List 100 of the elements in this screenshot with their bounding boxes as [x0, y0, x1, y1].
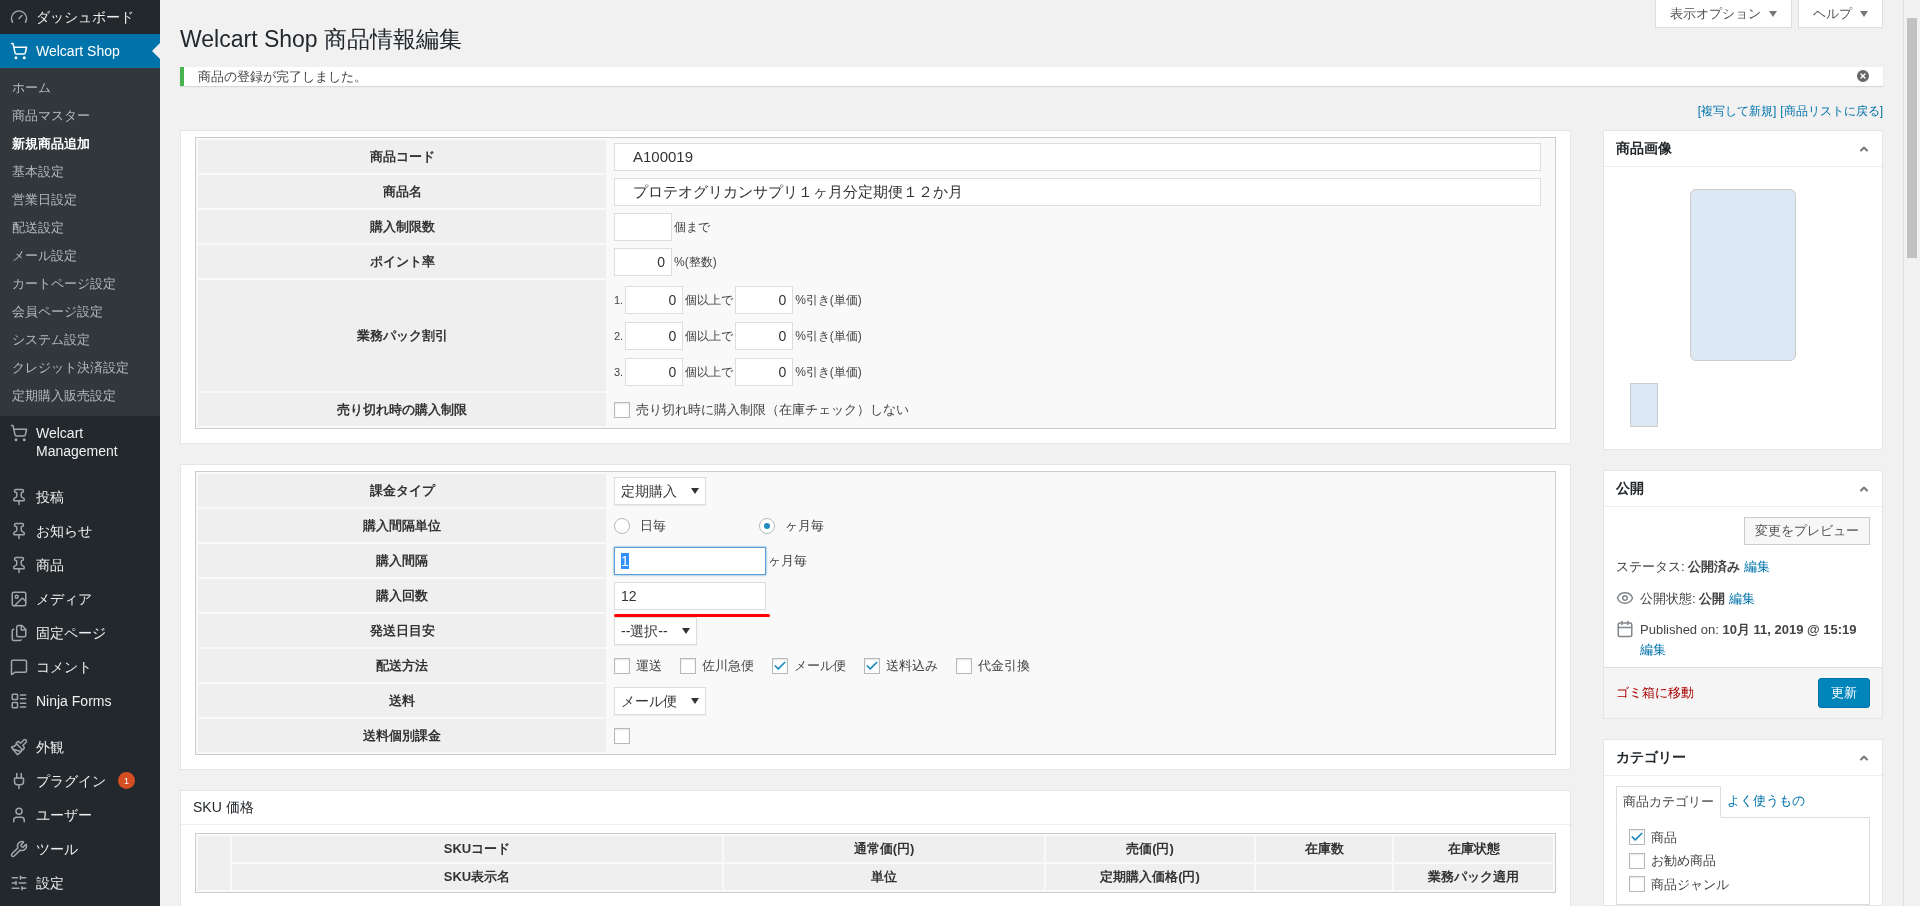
select-dropdown[interactable]: メール便: [614, 687, 706, 715]
menu-item[interactable]: 投稿: [0, 480, 160, 514]
menu-item[interactable]: Welcart Management: [0, 416, 160, 468]
category-label: 商品ジャンル: [1651, 875, 1729, 894]
submenu-item[interactable]: 営業日設定: [0, 186, 160, 214]
status-text: ステータス: 公開済み 編集: [1616, 558, 1771, 576]
submenu-item[interactable]: 基本設定: [0, 158, 160, 186]
discount-input[interactable]: 0: [735, 286, 794, 314]
discount-input[interactable]: 0: [735, 322, 794, 350]
dismiss-icon[interactable]: [1855, 68, 1871, 85]
menu-item[interactable]: 外観: [0, 730, 160, 764]
action-link[interactable]: [複写して新規]: [1697, 102, 1777, 120]
menu-item[interactable]: ユーザー: [0, 798, 160, 832]
field-label: 売り切れ時の購入制限: [198, 393, 606, 426]
column-header: SKUコード: [232, 836, 722, 862]
update-button[interactable]: 更新: [1818, 678, 1870, 708]
calendar-icon: [1616, 620, 1634, 638]
checkbox[interactable]: [1629, 876, 1645, 893]
number-input[interactable]: 0: [614, 248, 672, 276]
trash-link[interactable]: ゴミ箱に移動: [1616, 683, 1694, 703]
menu-item[interactable]: ツール: [0, 832, 160, 866]
scrollbar[interactable]: [1903, 0, 1920, 906]
field-label: 購入間隔: [198, 544, 606, 577]
unit-label: 個以上で: [685, 364, 734, 381]
text-input[interactable]: 12: [614, 582, 766, 610]
page-title: Welcart Shop 商品情報編集: [180, 25, 464, 54]
submenu-item[interactable]: 会員ページ設定: [0, 298, 160, 326]
submenu-item[interactable]: クレジット決済設定: [0, 354, 160, 382]
checkbox-label: メール便: [794, 657, 846, 676]
menu-item[interactable]: メディア: [0, 582, 160, 616]
radio-button[interactable]: [759, 518, 775, 534]
menu-item[interactable]: Welcart Shop: [0, 34, 160, 68]
submenu-item[interactable]: 定期購入販売設定: [0, 382, 160, 410]
field-label: 送料: [198, 684, 606, 717]
field-label: 配送方法: [198, 649, 606, 682]
pin-icon: [10, 488, 28, 506]
speech-bubble-icon: [10, 658, 28, 676]
column-header: 単位: [724, 864, 1044, 890]
screen-tab-button[interactable]: 表示オプション: [1655, 0, 1792, 28]
checkbox[interactable]: [1629, 852, 1645, 869]
select-dropdown[interactable]: --選択--: [614, 617, 697, 645]
radio-label: ヶ月毎: [785, 517, 824, 536]
tier-number: 2.: [614, 328, 624, 344]
screen-tab-button[interactable]: ヘルプ: [1798, 0, 1883, 28]
menu-item[interactable]: 商品: [0, 548, 160, 582]
submenu-item[interactable]: メール設定: [0, 242, 160, 270]
action-link[interactable]: [商品リストに戻る]: [1780, 102, 1883, 120]
edit-link[interactable]: 編集: [1728, 590, 1755, 606]
submenu-item[interactable]: ホーム: [0, 74, 160, 102]
checkbox[interactable]: [614, 728, 630, 744]
pages-icon: [10, 624, 28, 642]
checkbox-label: 佐川急便: [702, 657, 754, 676]
text-input[interactable]: プロテオグリカンサプリ１ヶ月分定期便１２か月: [614, 178, 1541, 206]
submenu-item[interactable]: システム設定: [0, 326, 160, 354]
quantity-input[interactable]: 0: [625, 358, 684, 386]
category-tab[interactable]: よく使うもの: [1721, 786, 1811, 817]
menu-item[interactable]: 固定ページ: [0, 616, 160, 650]
category-tab[interactable]: 商品カテゴリー: [1616, 786, 1721, 818]
discount-input[interactable]: 0: [735, 358, 794, 386]
published-date-text: Published on: 10月 11, 2019 @ 15:19 編集: [1640, 621, 1858, 659]
unit-label: ヶ月毎: [768, 552, 807, 571]
notice-text: 商品の登録が完了しました。: [198, 67, 367, 86]
text-input[interactable]: A100019: [614, 143, 1541, 171]
checkbox[interactable]: [680, 658, 696, 674]
preview-button[interactable]: 変更をプレビュー: [1744, 517, 1870, 545]
checkbox[interactable]: [614, 402, 630, 418]
checkbox[interactable]: [864, 658, 880, 674]
number-input[interactable]: [614, 213, 672, 241]
edit-link[interactable]: 編集: [1640, 641, 1666, 657]
quantity-input[interactable]: 0: [625, 322, 684, 350]
unit-label: 個以上で: [685, 292, 734, 309]
radio-button[interactable]: [614, 518, 630, 534]
menu-item[interactable]: コメント: [0, 650, 160, 684]
menu-item[interactable]: ダッシュボード: [0, 0, 160, 34]
menu-item[interactable]: Ninja Forms: [0, 684, 160, 718]
submenu-item[interactable]: 配送設定: [0, 214, 160, 242]
submenu-item[interactable]: 新規商品追加: [0, 130, 160, 158]
checkbox[interactable]: [1629, 829, 1645, 846]
menu-item[interactable]: お知らせ: [0, 514, 160, 548]
menu-item[interactable]: 設定: [0, 866, 160, 900]
column-header: 売価(円): [1046, 836, 1254, 862]
menu-item[interactable]: プラグイン 1: [0, 764, 160, 798]
submenu-item[interactable]: カートページ設定: [0, 270, 160, 298]
checkbox[interactable]: [614, 658, 630, 674]
field-label: ポイント率: [198, 245, 606, 278]
submenu-item[interactable]: 商品マスター: [0, 102, 160, 130]
checkbox[interactable]: [772, 658, 788, 674]
pin-icon: [10, 556, 28, 574]
unit-label: %引き(単価): [795, 364, 862, 381]
quantity-input[interactable]: 0: [625, 286, 684, 314]
edit-link[interactable]: 編集: [1743, 559, 1770, 574]
tier-number: 1.: [614, 292, 624, 308]
cart-icon: [10, 424, 28, 442]
select-dropdown[interactable]: 定期購入: [614, 477, 706, 505]
checkbox[interactable]: [956, 658, 972, 674]
radio-label: 日毎: [640, 517, 666, 536]
tier-number: 3.: [614, 364, 624, 380]
dropdown-caret-icon: [1769, 10, 1777, 17]
field-label: 購入回数: [198, 579, 606, 612]
thumbnail-placeholder[interactable]: [1630, 383, 1658, 427]
